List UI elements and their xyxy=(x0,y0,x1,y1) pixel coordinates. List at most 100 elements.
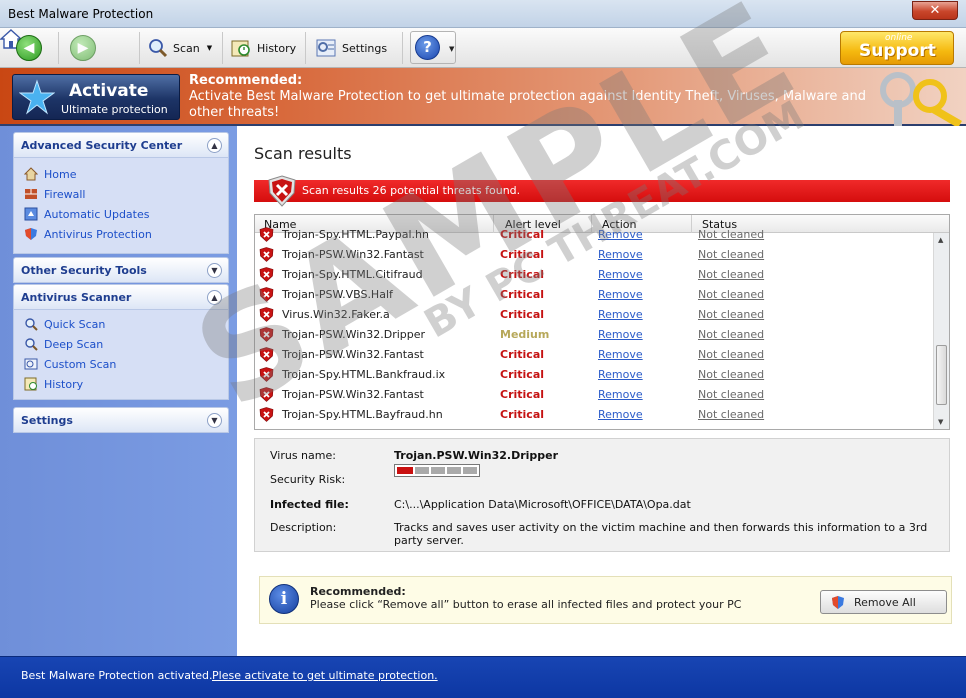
table-row[interactable]: Trojan-PSW.Win32.Dripper Medium Remove Not … xyxy=(255,325,933,345)
status-link[interactable]: Not cleaned xyxy=(698,268,764,281)
settings-button[interactable]: Settings xyxy=(315,36,387,60)
sidebar-item-custom-scan[interactable]: Custom Scan xyxy=(24,357,116,371)
panel-settings[interactable]: Settings ▼ xyxy=(13,407,229,433)
table-row[interactable]: Trojan-PSW.Win32.Fantast Critical Remove No… xyxy=(255,385,933,405)
panel-title: Antivirus Scanner xyxy=(21,291,132,304)
threat-shield-icon xyxy=(259,367,274,382)
chevron-up-icon[interactable]: ▲ xyxy=(207,290,222,305)
toolbar-separator xyxy=(139,32,140,64)
chevron-down-icon[interactable]: ▼ xyxy=(207,413,222,428)
panel-title: Advanced Security Center xyxy=(21,139,183,152)
warning-shield-icon xyxy=(268,175,296,207)
window-title: Best Malware Protection xyxy=(8,7,154,21)
status-link[interactable]: Not cleaned xyxy=(698,388,764,401)
panel-advanced-security[interactable]: Advanced Security Center ▲ xyxy=(13,132,229,158)
status-link[interactable]: Not cleaned xyxy=(698,368,764,381)
status-link[interactable]: Not cleaned xyxy=(698,308,764,321)
infected-file-value: C:\...\Application Data\Microsoft\OFFICE… xyxy=(394,498,691,511)
table-row[interactable]: Virus.Win32.Faker.a Critical Remove Not cle… xyxy=(255,305,933,325)
panel-antivirus-scanner[interactable]: Antivirus Scanner ▲ xyxy=(13,284,229,310)
vertical-scrollbar[interactable]: ▲ ▼ xyxy=(933,233,949,429)
sidebar-item-automatic-updates[interactable]: Automatic Updates xyxy=(24,207,149,221)
help-button[interactable]: ? ▼ xyxy=(410,31,456,64)
activate-link[interactable]: Plese activate to get ultimate protectio… xyxy=(212,669,438,682)
star-icon xyxy=(19,79,55,115)
threat-name: Trojan-Spy.HTML.Bayfraud.hn xyxy=(282,408,443,421)
status-link[interactable]: Not cleaned xyxy=(698,408,764,421)
table-row[interactable]: Trojan-PSW.Win32.Fantast Critical Remove No… xyxy=(255,245,933,265)
chevron-up-icon[interactable]: ▲ xyxy=(207,138,222,153)
updates-icon xyxy=(24,207,38,221)
remove-link[interactable]: Remove xyxy=(598,248,643,261)
sidebar-item-quick-scan[interactable]: Quick Scan xyxy=(24,317,105,331)
alert-level: Critical xyxy=(500,248,545,261)
remove-link[interactable]: Remove xyxy=(598,368,643,381)
sidebar-item-history[interactable]: History xyxy=(24,377,83,391)
close-button[interactable]: ✕ xyxy=(912,1,958,20)
sidebar-item-home[interactable]: Home xyxy=(24,167,76,181)
description-value: Tracks and saves user activity on the vi… xyxy=(394,521,928,547)
remove-all-button[interactable]: Remove All xyxy=(820,590,947,614)
chevron-down-icon: ▼ xyxy=(206,44,213,52)
recommendation-title: Recommended: xyxy=(310,585,406,598)
table-row[interactable]: Trojan-PSW.Win32.Fantast Critical Remove No… xyxy=(255,345,933,365)
remove-link[interactable]: Remove xyxy=(598,268,643,281)
threat-count-text: Scan results 26 potential threats found. xyxy=(302,184,521,197)
remove-link[interactable]: Remove xyxy=(598,408,643,421)
firewall-icon xyxy=(25,189,37,199)
scrollbar-thumb[interactable] xyxy=(936,345,947,405)
scroll-up-icon[interactable]: ▲ xyxy=(938,236,943,244)
arrow-left-icon: ◀ xyxy=(23,40,35,56)
remove-link[interactable]: Remove xyxy=(598,308,643,321)
status-link[interactable]: Not cleaned xyxy=(698,228,764,241)
status-bar: Best Malware Protection activated. Plese… xyxy=(0,656,966,698)
sidebar-item-deep-scan[interactable]: Deep Scan xyxy=(24,337,103,351)
info-icon: i xyxy=(269,584,299,614)
alert-level: Critical xyxy=(500,408,545,421)
sidebar-item-label: History xyxy=(44,377,84,391)
history-button[interactable]: History xyxy=(230,36,296,60)
table-row[interactable]: Trojan-Spy.HTML.Bankfraud.ix Critical Remo… xyxy=(255,365,933,385)
scroll-down-icon[interactable]: ▼ xyxy=(938,418,943,426)
remove-link[interactable]: Remove xyxy=(598,228,643,241)
table-row[interactable]: Trojan-Spy.HTML.Paypal.hn Critical Remove N… xyxy=(255,225,933,245)
forward-button[interactable]: ▶ xyxy=(70,35,96,61)
back-button[interactable]: ◀ xyxy=(16,35,42,61)
threat-name: Trojan-PSW.Win32.Dripper xyxy=(282,328,426,341)
infected-file-label: Infected file: xyxy=(270,498,349,511)
history-icon xyxy=(231,40,250,57)
status-link[interactable]: Not cleaned xyxy=(698,248,764,261)
activate-button[interactable]: Activate Ultimate protection xyxy=(12,74,180,120)
virus-name-value: Trojan.PSW.Win32.Dripper xyxy=(394,449,559,462)
table-row[interactable]: Trojan-Spy.HTML.Citifraud Critical Remove N… xyxy=(255,265,933,285)
page-title: Scan results xyxy=(254,144,352,163)
alert-level: Medium xyxy=(500,328,550,341)
arrow-right-icon: ▶ xyxy=(77,40,89,56)
status-link[interactable]: Not cleaned xyxy=(698,328,764,341)
remove-link[interactable]: Remove xyxy=(598,288,643,301)
panel-other-security-tools[interactable]: Other Security Tools ▼ xyxy=(13,257,229,283)
alert-level: Critical xyxy=(500,308,545,321)
status-link[interactable]: Not cleaned xyxy=(698,288,764,301)
chevron-down-icon: ▼ xyxy=(449,45,455,53)
scan-menu-button[interactable]: Scan ▼ xyxy=(148,36,212,60)
table-row[interactable]: Trojan-Spy.HTML.Bayfraud.hn Critical Remov… xyxy=(255,405,933,425)
risk-segment xyxy=(397,467,413,474)
toolbar-separator xyxy=(305,32,306,64)
status-link[interactable]: Not cleaned xyxy=(698,348,764,361)
table-row[interactable]: Trojan-PSW.VBS.Half Critical Remove Not cle… xyxy=(255,285,933,305)
remove-link[interactable]: Remove xyxy=(598,328,643,341)
support-button[interactable]: online Support xyxy=(840,31,954,65)
recommendation-banner: Activate Ultimate protection Recommended… xyxy=(0,68,966,126)
sidebar: Advanced Security Center ▲ Home Firewall… xyxy=(0,126,237,656)
remove-link[interactable]: Remove xyxy=(598,348,643,361)
sidebar-item-antivirus-protection[interactable]: Antivirus Protection xyxy=(24,227,152,241)
chevron-down-icon[interactable]: ▼ xyxy=(207,263,222,278)
toolbar-separator xyxy=(222,32,223,64)
remove-link[interactable]: Remove xyxy=(598,388,643,401)
sidebar-item-firewall[interactable]: Firewall xyxy=(24,187,85,201)
shield-icon xyxy=(832,596,844,609)
security-risk-label: Security Risk: xyxy=(270,473,346,486)
threat-name: Trojan-PSW.Win32.Fantast xyxy=(282,248,424,261)
panel-title: Settings xyxy=(21,414,73,427)
